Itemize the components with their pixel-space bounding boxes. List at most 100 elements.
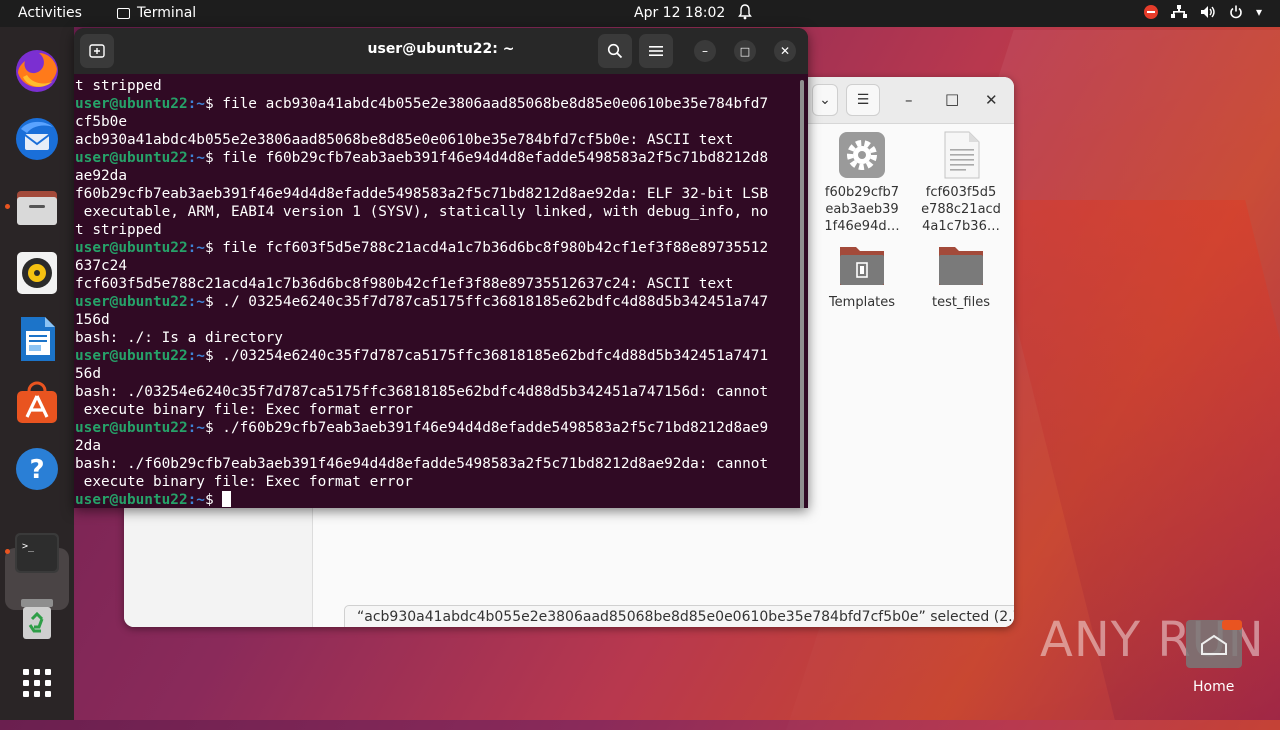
prompt-user: user@ubuntu22 bbox=[75, 240, 188, 256]
chevron-down-icon: ⌄ bbox=[819, 92, 831, 108]
network-icon bbox=[1170, 5, 1187, 18]
rhythmbox-icon[interactable] bbox=[13, 249, 61, 297]
clock[interactable]: Apr 12 18:02 bbox=[634, 5, 725, 21]
terminal-window[interactable]: user@ubuntu22: ~ – □ ✕ t stripped user@ub… bbox=[74, 28, 808, 508]
files-menu-button[interactable]: ☰ bbox=[846, 84, 880, 116]
volume-icon bbox=[1200, 6, 1215, 18]
minimize-icon: – bbox=[702, 44, 708, 58]
close-icon[interactable]: ✕ bbox=[985, 91, 998, 109]
maximize-icon[interactable]: □ bbox=[945, 90, 959, 108]
help-icon[interactable]: ? bbox=[13, 445, 61, 493]
app-menu[interactable]: Terminal bbox=[117, 5, 196, 21]
selection-status: “acb930a41abdc4b055e2e3806aad85068be8d85… bbox=[344, 605, 1014, 627]
prompt-user: user@ubuntu22 bbox=[75, 348, 188, 364]
terminal-line: 2da bbox=[75, 438, 101, 454]
show-apps-icon[interactable] bbox=[13, 659, 61, 707]
terminal-menu-button[interactable] bbox=[639, 34, 673, 68]
prompt-path: :~ bbox=[187, 348, 205, 364]
terminal-line: t stripped bbox=[75, 222, 162, 238]
minimize-button[interactable]: – bbox=[694, 40, 716, 62]
terminal-line: execute binary file: Exec format error bbox=[75, 474, 413, 490]
prompt-symbol: $ bbox=[204, 294, 214, 310]
terminal-line: user@ubuntu22:~$ file acb930a41abdc4b055… bbox=[75, 95, 797, 113]
home-folder-icon[interactable] bbox=[1186, 620, 1242, 668]
terminal-output[interactable]: t stripped user@ubuntu22:~$ file acb930a4… bbox=[75, 77, 797, 508]
terminal-line: user@ubuntu22:~$ ./ 03254e6240c35f7d787c… bbox=[75, 293, 797, 311]
home-folder-label: Home bbox=[1193, 679, 1235, 695]
folder-name: Templates bbox=[828, 295, 896, 310]
command-text: ./f60b29cfb7eab3aeb391f46e94d4d8efadde54… bbox=[213, 420, 769, 436]
prompt-symbol: $ bbox=[204, 96, 214, 112]
terminal-line: executable, ARM, EABI4 version 1 (SYSV),… bbox=[75, 204, 769, 220]
prompt-user: user@ubuntu22 bbox=[75, 492, 188, 508]
prompt-path: :~ bbox=[187, 240, 205, 256]
terminal-line: t stripped bbox=[75, 78, 162, 94]
prompt-symbol: $ bbox=[204, 150, 214, 166]
terminal-line: user@ubuntu22:~$ bbox=[75, 491, 797, 508]
terminal-line: user@ubuntu22:~$ ./f60b29cfb7eab3aeb391f… bbox=[75, 419, 797, 437]
folder-item-templates[interactable]: Templates bbox=[817, 241, 907, 311]
file-name-line: e788c21acd bbox=[921, 202, 1001, 217]
file-name-line: 4a1c7b36… bbox=[922, 219, 1000, 234]
terminal-line: f60b29cfb7eab3aeb391f46e94d4d8efadde5498… bbox=[75, 186, 769, 202]
prompt-symbol: $ bbox=[204, 240, 214, 256]
svg-text:?: ? bbox=[29, 455, 44, 485]
terminal-line: 637c24 bbox=[75, 258, 127, 274]
prompt-path: :~ bbox=[187, 294, 205, 310]
maximize-icon: □ bbox=[739, 44, 751, 58]
prompt-user: user@ubuntu22 bbox=[75, 150, 188, 166]
terminal-line: 156d bbox=[75, 312, 110, 328]
search-button[interactable] bbox=[598, 34, 632, 68]
search-icon bbox=[607, 43, 623, 59]
terminal-line: user@ubuntu22:~$ ./03254e6240c35f7d787ca… bbox=[75, 347, 797, 365]
terminal-app-icon bbox=[117, 7, 130, 19]
firefox-icon[interactable] bbox=[13, 47, 61, 95]
view-options-dropdown[interactable]: ⌄ bbox=[812, 84, 838, 116]
notification-bell-icon[interactable] bbox=[738, 4, 752, 20]
system-menu-arrow-icon: ▾ bbox=[1255, 5, 1262, 19]
terminal-icon[interactable]: >_ bbox=[13, 529, 61, 577]
libreoffice-writer-icon[interactable] bbox=[13, 315, 61, 363]
terminal-line: fcf603f5d5e788c21acd4a1c7b36d6bc8f980b42… bbox=[75, 276, 734, 292]
close-button[interactable]: ✕ bbox=[774, 40, 796, 62]
app-name: Terminal bbox=[137, 5, 197, 21]
minimize-icon[interactable]: – bbox=[905, 91, 913, 109]
terminal-line: user@ubuntu22:~$ file f60b29cfb7eab3aeb3… bbox=[75, 149, 797, 167]
activities-button[interactable]: Activities bbox=[18, 5, 82, 21]
thunderbird-icon[interactable] bbox=[13, 115, 61, 163]
file-name-line: f60b29cfb7 bbox=[824, 185, 900, 200]
command-text: file acb930a41abdc4b055e2e3806aad85068be… bbox=[213, 96, 769, 112]
terminal-line: bash: ./f60b29cfb7eab3aeb391f46e94d4d8ef… bbox=[75, 456, 769, 472]
running-indicator bbox=[5, 204, 10, 209]
prompt-user: user@ubuntu22 bbox=[75, 294, 188, 310]
command-text bbox=[214, 492, 223, 508]
command-text: file fcf603f5d5e788c21acd4a1c7b36d6bc8f9… bbox=[213, 240, 769, 256]
prompt-symbol: $ bbox=[204, 420, 214, 436]
prompt-symbol: $ bbox=[204, 492, 214, 508]
text-file-icon bbox=[944, 131, 980, 179]
terminal-line: acb930a41abdc4b055e2e3806aad85068be8d85e… bbox=[75, 132, 734, 148]
files-icon[interactable] bbox=[13, 183, 61, 231]
file-item-text[interactable]: fcf603f5d5 e788c21acd 4a1c7b36… bbox=[916, 131, 1006, 235]
running-indicator bbox=[5, 549, 10, 554]
system-tray[interactable]: ▾ bbox=[1143, 5, 1262, 19]
file-item-executable[interactable]: f60b29cfb7 eab3aeb39 1f46e94d… bbox=[817, 131, 907, 235]
prompt-user: user@ubuntu22 bbox=[75, 420, 188, 436]
trash-icon[interactable] bbox=[13, 595, 61, 643]
top-bar: Activities Terminal Apr 12 18:02 ▾ bbox=[0, 0, 1280, 27]
terminal-header-bar: user@ubuntu22: ~ – □ ✕ bbox=[74, 28, 808, 74]
folder-templates-icon bbox=[840, 247, 884, 285]
terminal-scrollbar[interactable] bbox=[800, 80, 804, 508]
power-icon bbox=[1230, 5, 1242, 19]
terminal-line: execute binary file: Exec format error bbox=[75, 402, 413, 418]
file-name-line: fcf603f5d5 bbox=[925, 185, 997, 200]
folder-item-test-files[interactable]: test_files bbox=[916, 241, 1006, 311]
app-center-icon[interactable] bbox=[13, 379, 61, 427]
terminal-line: bash: ./03254e6240c35f7d787ca5175ffc3681… bbox=[75, 384, 769, 400]
command-text: ./ 03254e6240c35f7d787ca5175ffc36818185e… bbox=[213, 294, 769, 310]
close-icon: ✕ bbox=[779, 44, 791, 58]
terminal-line: bash: ./: Is a directory bbox=[75, 330, 283, 346]
prompt-path: :~ bbox=[187, 492, 205, 508]
maximize-button[interactable]: □ bbox=[734, 40, 756, 62]
terminal-line: 56d bbox=[75, 366, 101, 382]
